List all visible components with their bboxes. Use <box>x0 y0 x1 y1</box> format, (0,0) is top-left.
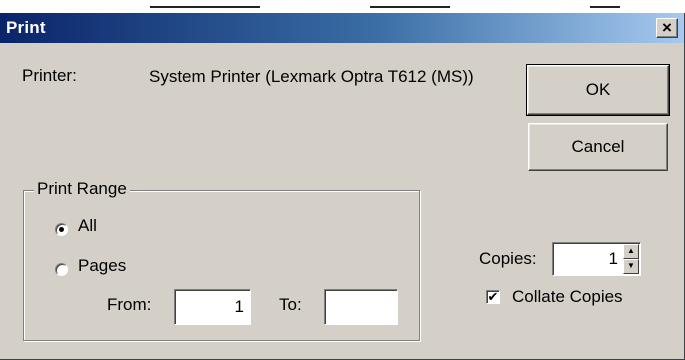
from-label: From: <box>107 295 152 314</box>
spin-up-icon: ▲ <box>627 246 635 255</box>
window-title: Print <box>6 18 46 37</box>
close-button[interactable]: × <box>656 18 678 38</box>
radio-all-label[interactable]: All <box>78 216 97 236</box>
print-dialog: Print × Printer: System Printer (Lexmark… <box>0 13 685 360</box>
printer-label: Printer: <box>22 66 77 85</box>
checkmark-icon: ✔ <box>487 289 499 304</box>
screenshot-stage: Print × Printer: System Printer (Lexmark… <box>0 0 685 360</box>
printer-name: System Printer (Lexmark Optra T612 (MS)) <box>149 67 474 86</box>
radio-all[interactable] <box>55 223 68 236</box>
to-input[interactable] <box>324 289 398 325</box>
radio-pages-label[interactable]: Pages <box>78 256 126 276</box>
collate-checkbox[interactable]: ✔ <box>486 290 500 304</box>
cropped-background-strip <box>0 0 685 13</box>
spin-down-icon: ▼ <box>627 261 635 270</box>
radio-pages[interactable] <box>55 263 68 276</box>
title-bar[interactable]: Print × <box>0 13 684 43</box>
ok-button[interactable]: OK <box>526 64 670 116</box>
from-input[interactable]: 1 <box>174 289 251 325</box>
spin-down-button[interactable]: ▼ <box>623 259 639 274</box>
radio-selected-icon <box>59 227 64 232</box>
collate-label[interactable]: Collate Copies <box>512 287 623 307</box>
to-label: To: <box>279 295 302 314</box>
spin-up-button[interactable]: ▲ <box>623 244 639 259</box>
cancel-button[interactable]: Cancel <box>528 123 668 171</box>
close-icon: × <box>662 18 672 37</box>
copies-label: Copies: <box>479 249 537 268</box>
print-range-legend: Print Range <box>34 179 130 199</box>
copies-spinner[interactable]: ▲ ▼ <box>623 244 639 274</box>
